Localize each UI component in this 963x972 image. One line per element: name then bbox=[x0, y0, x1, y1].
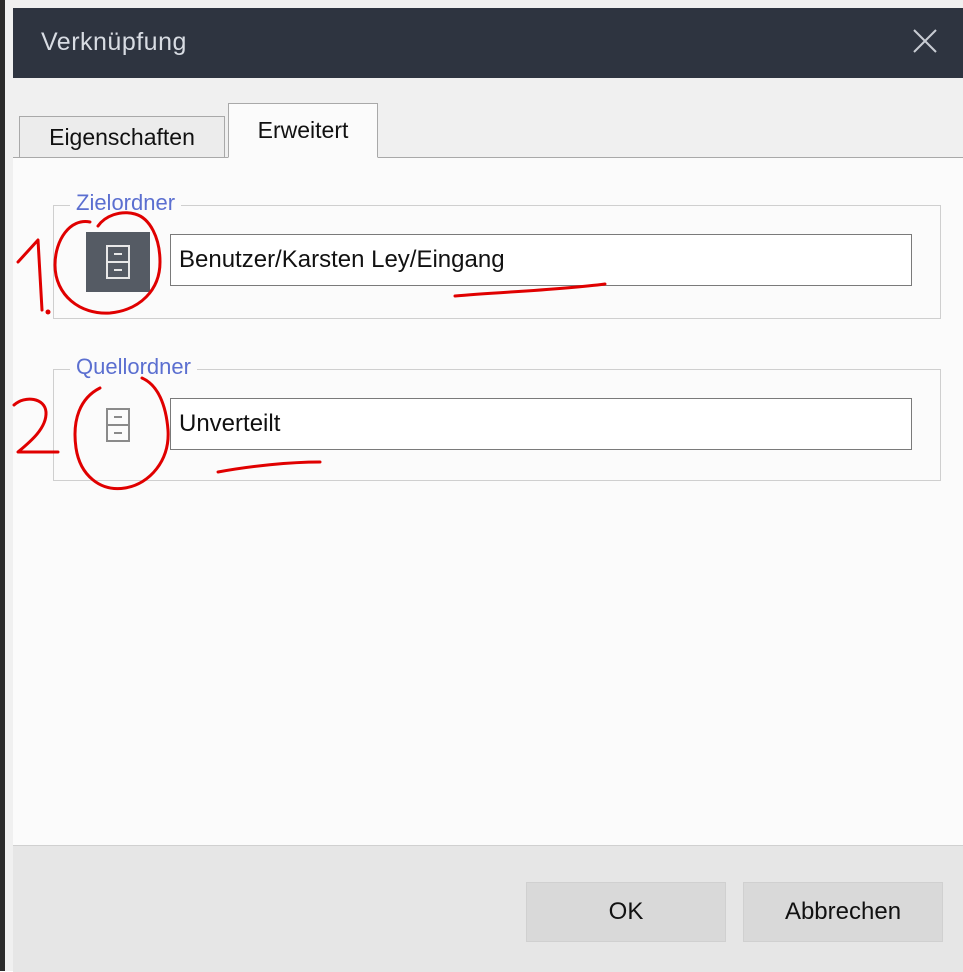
tab-erweitert[interactable]: Erweitert bbox=[228, 103, 378, 158]
target-folder-group: Zielordner bbox=[53, 190, 941, 319]
tab-eigenschaften[interactable]: Eigenschaften bbox=[19, 116, 225, 158]
shortcut-dialog: Verknüpfung Eigenschaften Erweitert Ziel… bbox=[0, 0, 963, 972]
target-folder-field[interactable] bbox=[170, 234, 912, 286]
target-folder-button[interactable] bbox=[86, 232, 150, 292]
ok-button[interactable]: OK bbox=[526, 882, 726, 942]
cancel-button[interactable]: Abbrechen bbox=[743, 882, 943, 942]
source-folder-field[interactable] bbox=[170, 398, 912, 450]
cabinet-icon bbox=[106, 245, 130, 279]
source-folder-group: Quellordner bbox=[53, 354, 941, 481]
close-button[interactable] bbox=[902, 18, 948, 64]
button-bar: OK Abbrechen bbox=[13, 845, 963, 972]
tab-strip: Eigenschaften Erweitert bbox=[13, 78, 963, 158]
title-bar: Verknüpfung bbox=[13, 8, 963, 78]
source-folder-button[interactable] bbox=[86, 395, 150, 455]
tab-content: Zielordner Quellordner bbox=[13, 158, 963, 845]
close-icon bbox=[913, 29, 937, 53]
target-folder-label: Zielordner bbox=[70, 190, 182, 216]
cabinet-icon bbox=[106, 408, 130, 442]
source-folder-label: Quellordner bbox=[70, 354, 197, 380]
window-title: Verknüpfung bbox=[41, 28, 187, 56]
